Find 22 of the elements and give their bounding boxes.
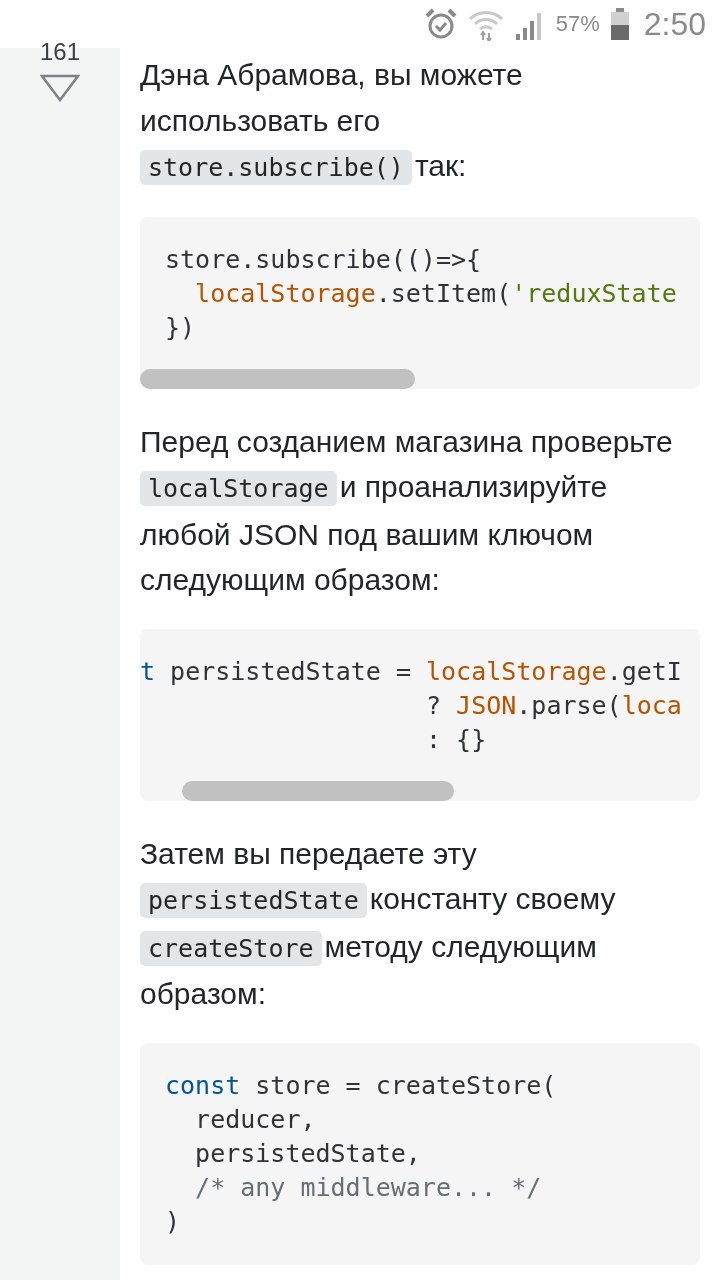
downvote-icon[interactable] — [40, 74, 80, 102]
code-line: store.subscribe(()=>{ — [165, 243, 483, 276]
code-line: }) — [165, 311, 197, 344]
vote-count: 161 — [39, 40, 80, 64]
code-line: reducer, — [194, 1103, 317, 1136]
code-line: /* any middleware... */ — [194, 1171, 543, 1204]
clock-time: 2:50 — [643, 5, 706, 43]
answer-paragraph: Перед созданием магазина проверьте localStorage и проанализируйте любой JSON под вашим ключом следующим образом: — [140, 423, 674, 598]
answer-paragraph: Дэна Абрамова, вы можете использовать его store.subscribe() так: — [140, 52, 700, 191]
answer-paragraph: Затем вы передаете эту persistedState константу своему createStore методу следующим образом: — [140, 835, 617, 1012]
code-line: const store = createStore( — [165, 1069, 558, 1102]
code-line: persistedState, — [194, 1137, 422, 1170]
battery-icon — [609, 7, 630, 41]
scrollbar-thumb[interactable] — [182, 780, 454, 801]
code-line: : {} — [424, 723, 488, 756]
scrollbar-thumb[interactable] — [140, 368, 415, 389]
code-line: ? JSON.parse(loca — [424, 689, 683, 722]
battery-percent: 57% — [555, 11, 600, 37]
code-line: ) — [165, 1205, 182, 1238]
code-line: t persistedState = localStorage.getI — [140, 655, 683, 688]
alarm-clock-icon — [423, 7, 458, 41]
code-line: localStorage.setItem('reduxState — [194, 277, 678, 310]
